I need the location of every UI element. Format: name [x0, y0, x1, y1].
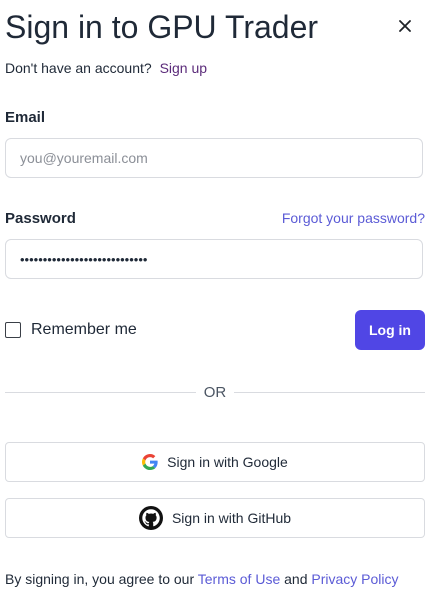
- google-signin-button[interactable]: Sign in with Google: [5, 442, 425, 482]
- password-label: Password: [5, 210, 76, 227]
- signup-prompt-row: Don't have an account? Sign up: [5, 59, 207, 77]
- google-icon: [142, 454, 158, 470]
- terms-of-use-link[interactable]: Terms of Use: [198, 571, 280, 587]
- email-label: Email: [5, 109, 46, 126]
- login-button[interactable]: Log in: [355, 310, 425, 350]
- privacy-policy-link[interactable]: Privacy Policy: [311, 571, 398, 587]
- github-signin-button[interactable]: Sign in with GitHub: [5, 498, 425, 538]
- google-signin-label: Sign in with Google: [167, 454, 288, 470]
- remember-me-row[interactable]: Remember me: [5, 320, 137, 340]
- terms-footer: By signing in, you agree to our Terms of…: [5, 570, 399, 588]
- github-signin-label: Sign in with GitHub: [171, 510, 292, 526]
- remember-me-checkbox[interactable]: [5, 322, 21, 338]
- close-button[interactable]: [395, 16, 415, 36]
- divider-line-right: [234, 391, 425, 393]
- remember-me-label: Remember me: [31, 321, 137, 338]
- password-field[interactable]: [5, 239, 423, 279]
- divider-line-left: [5, 391, 196, 393]
- terms-and-text: and: [284, 571, 308, 587]
- email-field[interactable]: [5, 138, 423, 178]
- forgot-password-link[interactable]: Forgot your password?: [282, 209, 425, 227]
- divider-text: OR: [203, 383, 227, 401]
- signup-prompt-text: Don't have an account?: [5, 60, 152, 76]
- or-divider: OR: [5, 382, 425, 402]
- terms-prefix-text: By signing in, you agree to our: [5, 571, 195, 587]
- close-icon: [399, 20, 411, 32]
- github-icon: [138, 506, 163, 530]
- signup-link[interactable]: Sign up: [160, 60, 207, 76]
- page-title: Sign in to GPU Trader: [5, 9, 319, 45]
